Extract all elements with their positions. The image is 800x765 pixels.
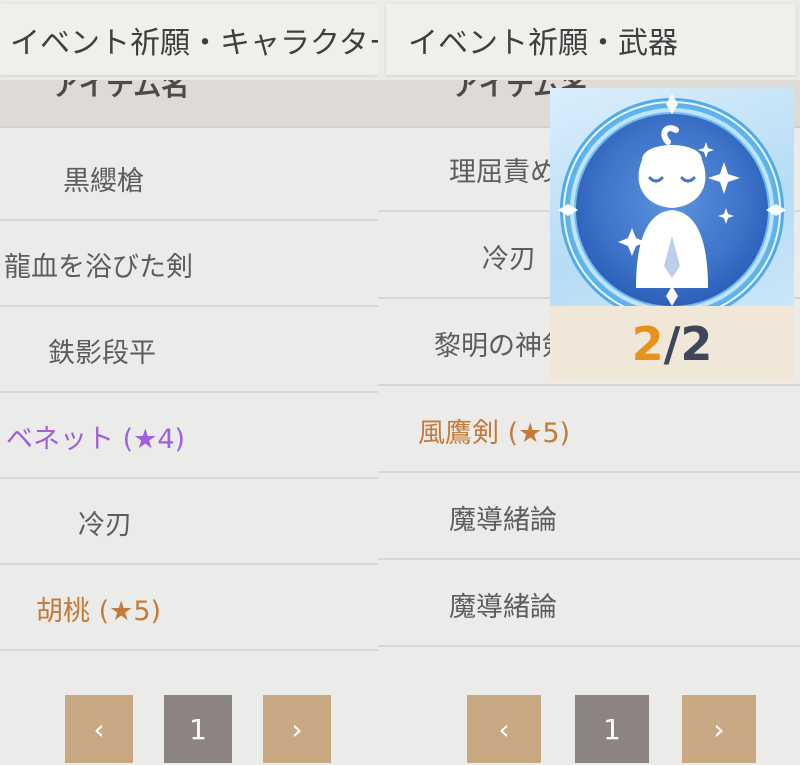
history-row[interactable]: 魔導緒論 bbox=[378, 476, 800, 560]
item-name: 冷刃 bbox=[482, 243, 536, 275]
item-name-column-header: アイテム名 bbox=[0, 80, 378, 128]
item-name: 魔導緒論 bbox=[449, 504, 557, 536]
counter-current: 2 bbox=[631, 316, 664, 371]
item-name: 鉄影段平 bbox=[48, 337, 156, 369]
prev-page-button[interactable]: ‹ bbox=[65, 695, 133, 763]
history-row[interactable]: ベネット (★4) bbox=[0, 395, 378, 479]
item-name-4star: ベネット (★4) bbox=[6, 423, 186, 455]
item-name: 冷刃 bbox=[78, 509, 132, 541]
achievement-popup: 2 / 2 bbox=[550, 88, 794, 381]
history-row[interactable]: 黒纓槍 bbox=[0, 137, 378, 221]
next-page-button[interactable]: › bbox=[682, 695, 756, 763]
prev-page-button[interactable]: ‹ bbox=[467, 695, 541, 763]
current-page-button[interactable]: 1 bbox=[575, 695, 649, 763]
achievement-counter: 2 / 2 bbox=[550, 306, 794, 381]
character-wish-panel: イベント祈願・キャラクター アイテム名 黒纓槍 龍血を浴びた剣 鉄影段平 ベネッ… bbox=[0, 0, 378, 765]
history-row[interactable]: 冷刃 bbox=[0, 481, 378, 565]
counter-total: 2 bbox=[680, 316, 713, 371]
item-name-5star: 風鷹剣 (★5) bbox=[418, 417, 571, 449]
item-name: 黒纓槍 bbox=[63, 165, 144, 197]
weapon-wish-title: イベント祈願・武器 bbox=[386, 4, 796, 75]
item-name: 理屈責め bbox=[449, 156, 557, 188]
item-name: 魔導緒論 bbox=[449, 591, 557, 623]
history-row[interactable]: 風鷹剣 (★5) bbox=[378, 389, 800, 473]
item-name: 龍血を浴びた剣 bbox=[4, 251, 193, 283]
praying-spirit-icon bbox=[550, 88, 794, 322]
history-row[interactable]: 鉄影段平 bbox=[0, 309, 378, 393]
item-name-5star: 胡桃 (★5) bbox=[36, 595, 162, 627]
character-wish-title: イベント祈願・キャラクター bbox=[0, 4, 378, 75]
praying-spirit-icon-graphic bbox=[558, 94, 786, 322]
history-row[interactable]: 胡桃 (★5) bbox=[0, 567, 378, 651]
history-row[interactable]: 龍血を浴びた剣 bbox=[0, 223, 378, 307]
item-name: 黎明の神剣 bbox=[434, 330, 569, 362]
counter-separator: / bbox=[663, 316, 681, 371]
column-header-label: アイテム名 bbox=[52, 80, 190, 102]
current-page-button[interactable]: 1 bbox=[164, 695, 232, 763]
history-row[interactable]: 魔導緒論 bbox=[378, 563, 800, 647]
next-page-button[interactable]: › bbox=[263, 695, 331, 763]
